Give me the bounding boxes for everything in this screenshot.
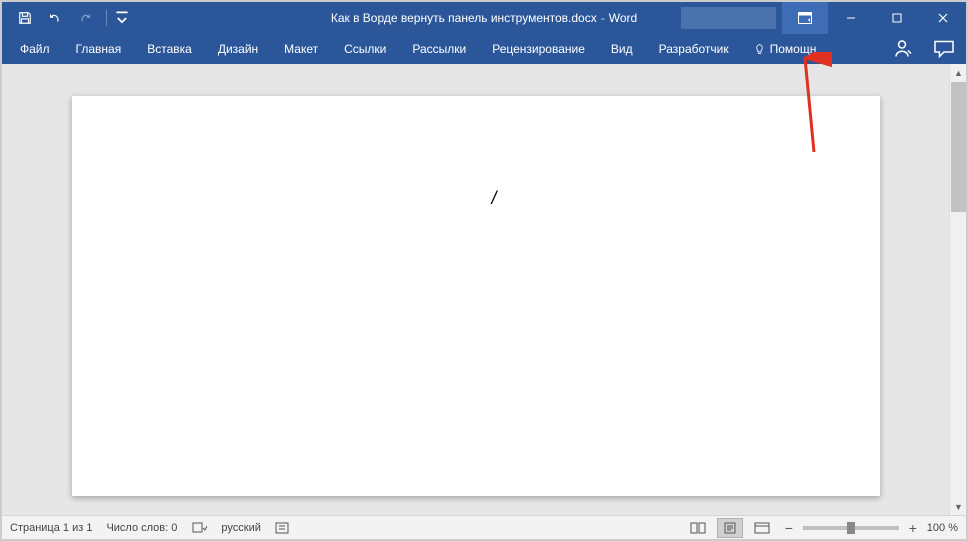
lightbulb-icon (753, 43, 766, 56)
chevron-down-icon (115, 11, 129, 25)
qat-separator (106, 10, 107, 26)
zoom-track[interactable] (803, 526, 899, 530)
spellcheck-icon (191, 521, 207, 535)
save-button[interactable] (12, 5, 38, 31)
share-button[interactable] (890, 37, 914, 61)
save-icon (18, 11, 32, 25)
ribbon-tabs: Файл Главная Вставка Дизайн Макет Ссылки… (2, 34, 966, 64)
close-icon (938, 13, 948, 23)
redo-button[interactable] (72, 5, 98, 31)
tab-home[interactable]: Главная (64, 34, 134, 64)
qat-customize-button[interactable] (115, 5, 129, 31)
ribbon-display-options-button[interactable] (782, 2, 828, 34)
document-area[interactable]: / (2, 64, 949, 515)
status-language[interactable]: русский (221, 522, 260, 534)
scroll-up-button[interactable]: ▲ (950, 64, 967, 81)
ribbon-right-controls (890, 37, 956, 61)
quick-access-toolbar (2, 5, 129, 31)
tab-design[interactable]: Дизайн (206, 34, 270, 64)
comment-icon (932, 37, 956, 61)
print-layout-icon (722, 522, 738, 534)
app-name: Word (609, 11, 637, 25)
ribbon-display-icon (798, 12, 812, 24)
undo-icon (48, 11, 62, 25)
account-area[interactable] (681, 7, 776, 29)
share-icon (890, 37, 914, 61)
comments-button[interactable] (932, 37, 956, 61)
undo-button[interactable] (42, 5, 68, 31)
title-separator: - (601, 11, 605, 25)
status-word-count[interactable]: Число слов: 0 (106, 522, 177, 534)
tab-review[interactable]: Рецензирование (480, 34, 597, 64)
status-macro[interactable] (275, 521, 291, 535)
tell-me-search[interactable]: Помощн (743, 42, 827, 56)
minimize-button[interactable] (828, 2, 874, 34)
minimize-icon (846, 13, 856, 23)
tab-developer[interactable]: Разработчик (647, 34, 741, 64)
document-page[interactable]: / (72, 96, 880, 496)
tab-references[interactable]: Ссылки (332, 34, 398, 64)
status-right: − + 100 % (685, 518, 958, 538)
scroll-down-button[interactable]: ▼ (950, 498, 967, 515)
zoom-slider: − + (781, 520, 921, 536)
scroll-thumb[interactable] (951, 82, 966, 212)
redo-icon (78, 11, 92, 25)
tab-insert[interactable]: Вставка (135, 34, 204, 64)
view-print-layout[interactable] (717, 518, 743, 538)
tab-file[interactable]: Файл (8, 34, 62, 64)
zoom-level[interactable]: 100 % (927, 522, 958, 534)
web-layout-icon (754, 522, 770, 534)
window-title: Как в Ворде вернуть панель инструментов.… (331, 11, 637, 25)
zoom-thumb[interactable] (847, 522, 855, 534)
tab-layout[interactable]: Макет (272, 34, 330, 64)
read-mode-icon (690, 522, 706, 534)
document-filename: Как в Ворде вернуть панель инструментов.… (331, 11, 597, 25)
tab-mailings[interactable]: Рассылки (400, 34, 478, 64)
text-cursor-glyph: / (492, 188, 497, 209)
status-spellcheck[interactable] (191, 521, 207, 535)
vertical-scrollbar[interactable]: ▲ ▼ (949, 64, 966, 515)
zoom-in-button[interactable]: + (905, 520, 921, 536)
maximize-button[interactable] (874, 2, 920, 34)
status-page[interactable]: Страница 1 из 1 (10, 522, 92, 534)
window-controls (681, 2, 966, 34)
workspace: / ▲ ▼ (2, 64, 966, 515)
tell-me-label: Помощн (770, 42, 817, 56)
maximize-icon (892, 13, 902, 23)
close-button[interactable] (920, 2, 966, 34)
macro-icon (275, 521, 291, 535)
view-read-mode[interactable] (685, 518, 711, 538)
zoom-out-button[interactable]: − (781, 520, 797, 536)
title-bar: Как в Ворде вернуть панель инструментов.… (2, 2, 966, 34)
status-bar: Страница 1 из 1 Число слов: 0 русский − … (2, 515, 966, 539)
view-web-layout[interactable] (749, 518, 775, 538)
tab-view[interactable]: Вид (599, 34, 645, 64)
